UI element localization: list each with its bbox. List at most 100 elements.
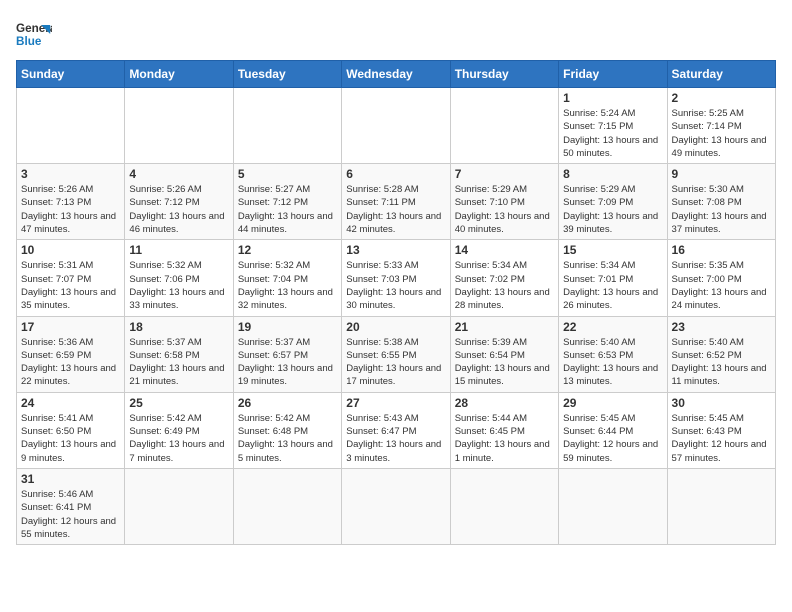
calendar-cell: 8Sunrise: 5:29 AM Sunset: 7:09 PM Daylig… — [559, 164, 667, 240]
day-info: Sunrise: 5:43 AM Sunset: 6:47 PM Dayligh… — [346, 412, 445, 465]
calendar-cell: 17 Sunrise: 5:36 AM Sunset: 6:59 PM Dayli… — [17, 316, 125, 392]
day-info: Sunrise: 5:45 AM Sunset: 6:43 PM Dayligh… — [672, 412, 771, 465]
day-number: 11 — [129, 243, 228, 257]
calendar-cell: 13Sunrise: 5:33 AM Sunset: 7:03 PM Dayli… — [342, 240, 450, 316]
day-info: Sunrise: 5:28 AM Sunset: 7:11 PM Dayligh… — [346, 183, 445, 236]
calendar-table: SundayMondayTuesdayWednesdayThursdayFrid… — [16, 60, 776, 545]
day-number: 3 — [21, 167, 120, 181]
day-info: Sunrise: 5:24 AM Sunset: 7:15 PM Dayligh… — [563, 107, 662, 160]
page-header: General Blue — [16, 16, 776, 52]
day-info: Sunrise: 5:29 AM Sunset: 7:09 PM Dayligh… — [563, 183, 662, 236]
calendar-cell: 15Sunrise: 5:34 AM Sunset: 7:01 PM Dayli… — [559, 240, 667, 316]
day-number: 19 — [238, 320, 337, 334]
day-number: 30 — [672, 396, 771, 410]
calendar-cell: 1Sunrise: 5:24 AM Sunset: 7:15 PM Daylig… — [559, 88, 667, 164]
calendar-cell: 23 Sunrise: 5:40 AM Sunset: 6:52 PM Dayli… — [667, 316, 775, 392]
day-number: 29 — [563, 396, 662, 410]
calendar-week-row: 17 Sunrise: 5:36 AM Sunset: 6:59 PM Dayli… — [17, 316, 776, 392]
day-number: 16 — [672, 243, 771, 257]
calendar-cell: 31 Sunrise: 5:46 AM Sunset: 6:41 PM Dayli… — [17, 468, 125, 544]
calendar-cell: 16 Sunrise: 5:35 AM Sunset: 7:00 PM Dayli… — [667, 240, 775, 316]
calendar-cell — [667, 468, 775, 544]
day-number: 25 — [129, 396, 228, 410]
calendar-cell — [342, 88, 450, 164]
calendar-cell: 25 Sunrise: 5:42 AM Sunset: 6:49 PM Dayli… — [125, 392, 233, 468]
calendar-cell: 20 Sunrise: 5:38 AM Sunset: 6:55 PM Dayli… — [342, 316, 450, 392]
calendar-cell — [125, 88, 233, 164]
day-number: 12 — [238, 243, 337, 257]
day-number: 4 — [129, 167, 228, 181]
calendar-cell: 21Sunrise: 5:39 AM Sunset: 6:54 PM Dayli… — [450, 316, 558, 392]
day-number: 28 — [455, 396, 554, 410]
day-info: Sunrise: 5:42 AM Sunset: 6:49 PM Dayligh… — [129, 412, 228, 465]
calendar-cell — [450, 468, 558, 544]
calendar-cell — [233, 468, 341, 544]
calendar-cell — [342, 468, 450, 544]
day-number: 6 — [346, 167, 445, 181]
day-number: 17 — [21, 320, 120, 334]
calendar-cell: 2 Sunrise: 5:25 AM Sunset: 7:14 PM Daylig… — [667, 88, 775, 164]
day-info: Sunrise: 5:32 AM Sunset: 7:04 PM Dayligh… — [238, 259, 337, 312]
calendar-cell: 9 Sunrise: 5:30 AM Sunset: 7:08 PM Daylig… — [667, 164, 775, 240]
day-number: 22 — [563, 320, 662, 334]
weekday-header: Sunday — [17, 61, 125, 88]
day-info: Sunrise: 5:38 AM Sunset: 6:55 PM Dayligh… — [346, 336, 445, 389]
weekday-header: Thursday — [450, 61, 558, 88]
calendar-cell: 6 Sunrise: 5:28 AM Sunset: 7:11 PM Daylig… — [342, 164, 450, 240]
day-info: Sunrise: 5:44 AM Sunset: 6:45 PM Dayligh… — [455, 412, 554, 465]
day-info: Sunrise: 5:36 AM Sunset: 6:59 PM Dayligh… — [21, 336, 120, 389]
day-number: 26 — [238, 396, 337, 410]
day-info: Sunrise: 5:30 AM Sunset: 7:08 PM Dayligh… — [672, 183, 771, 236]
day-number: 21 — [455, 320, 554, 334]
day-info: Sunrise: 5:46 AM Sunset: 6:41 PM Dayligh… — [21, 488, 120, 541]
weekday-header: Monday — [125, 61, 233, 88]
calendar-cell: 7 Sunrise: 5:29 AM Sunset: 7:10 PM Daylig… — [450, 164, 558, 240]
day-info: Sunrise: 5:41 AM Sunset: 6:50 PM Dayligh… — [21, 412, 120, 465]
calendar-week-row: 3Sunrise: 5:26 AM Sunset: 7:13 PM Daylig… — [17, 164, 776, 240]
calendar-cell: 28 Sunrise: 5:44 AM Sunset: 6:45 PM Dayli… — [450, 392, 558, 468]
day-info: Sunrise: 5:29 AM Sunset: 7:10 PM Dayligh… — [455, 183, 554, 236]
calendar-cell — [17, 88, 125, 164]
day-info: Sunrise: 5:31 AM Sunset: 7:07 PM Dayligh… — [21, 259, 120, 312]
calendar-cell: 24Sunrise: 5:41 AM Sunset: 6:50 PM Dayli… — [17, 392, 125, 468]
calendar-week-row: 1Sunrise: 5:24 AM Sunset: 7:15 PM Daylig… — [17, 88, 776, 164]
day-number: 5 — [238, 167, 337, 181]
calendar-week-row: 31 Sunrise: 5:46 AM Sunset: 6:41 PM Dayli… — [17, 468, 776, 544]
day-number: 2 — [672, 91, 771, 105]
calendar-cell: 29 Sunrise: 5:45 AM Sunset: 6:44 PM Dayli… — [559, 392, 667, 468]
day-info: Sunrise: 5:25 AM Sunset: 7:14 PM Dayligh… — [672, 107, 771, 160]
day-info: Sunrise: 5:34 AM Sunset: 7:02 PM Dayligh… — [455, 259, 554, 312]
calendar-cell: 19Sunrise: 5:37 AM Sunset: 6:57 PM Dayli… — [233, 316, 341, 392]
calendar-header-row: SundayMondayTuesdayWednesdayThursdayFrid… — [17, 61, 776, 88]
calendar-cell: 3Sunrise: 5:26 AM Sunset: 7:13 PM Daylig… — [17, 164, 125, 240]
calendar-cell: 12 Sunrise: 5:32 AM Sunset: 7:04 PM Dayli… — [233, 240, 341, 316]
day-info: Sunrise: 5:45 AM Sunset: 6:44 PM Dayligh… — [563, 412, 662, 465]
calendar-cell: 18 Sunrise: 5:37 AM Sunset: 6:58 PM Dayli… — [125, 316, 233, 392]
svg-text:Blue: Blue — [16, 35, 42, 48]
day-info: Sunrise: 5:35 AM Sunset: 7:00 PM Dayligh… — [672, 259, 771, 312]
day-number: 20 — [346, 320, 445, 334]
calendar-cell: 5 Sunrise: 5:27 AM Sunset: 7:12 PM Daylig… — [233, 164, 341, 240]
calendar-cell: 4 Sunrise: 5:26 AM Sunset: 7:12 PM Daylig… — [125, 164, 233, 240]
day-info: Sunrise: 5:42 AM Sunset: 6:48 PM Dayligh… — [238, 412, 337, 465]
day-info: Sunrise: 5:32 AM Sunset: 7:06 PM Dayligh… — [129, 259, 228, 312]
day-info: Sunrise: 5:40 AM Sunset: 6:52 PM Dayligh… — [672, 336, 771, 389]
weekday-header: Saturday — [667, 61, 775, 88]
day-info: Sunrise: 5:26 AM Sunset: 7:12 PM Dayligh… — [129, 183, 228, 236]
calendar-cell — [559, 468, 667, 544]
calendar-cell: 10 Sunrise: 5:31 AM Sunset: 7:07 PM Dayli… — [17, 240, 125, 316]
day-number: 9 — [672, 167, 771, 181]
day-number: 27 — [346, 396, 445, 410]
day-number: 7 — [455, 167, 554, 181]
day-info: Sunrise: 5:34 AM Sunset: 7:01 PM Dayligh… — [563, 259, 662, 312]
logo-icon: General Blue — [16, 16, 52, 52]
calendar-cell — [233, 88, 341, 164]
day-number: 31 — [21, 472, 120, 486]
day-info: Sunrise: 5:37 AM Sunset: 6:58 PM Dayligh… — [129, 336, 228, 389]
day-number: 23 — [672, 320, 771, 334]
calendar-cell: 30 Sunrise: 5:45 AM Sunset: 6:43 PM Dayli… — [667, 392, 775, 468]
day-number: 13 — [346, 243, 445, 257]
day-number: 10 — [21, 243, 120, 257]
day-number: 18 — [129, 320, 228, 334]
day-info: Sunrise: 5:27 AM Sunset: 7:12 PM Dayligh… — [238, 183, 337, 236]
